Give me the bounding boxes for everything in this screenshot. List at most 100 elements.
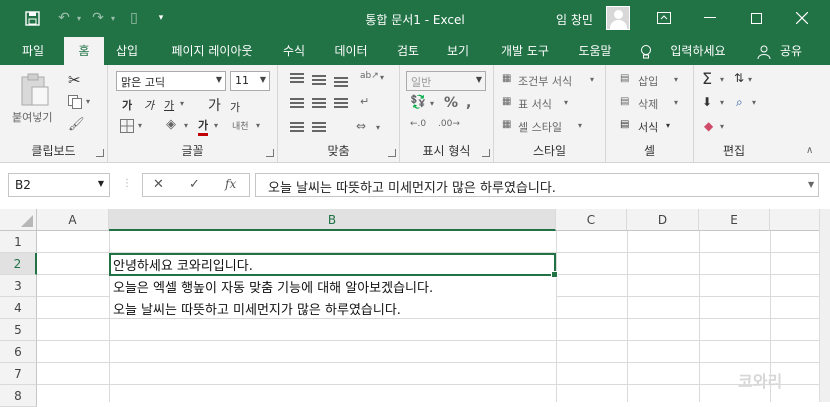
fill-color-icon[interactable]: ◈	[166, 117, 176, 132]
cell-styles-dropdown-icon[interactable]: ▾	[578, 121, 582, 130]
fill-dropdown-icon[interactable]: ▾	[184, 121, 188, 130]
number-launcher-icon[interactable]	[482, 149, 490, 157]
middle-align-icon[interactable]	[312, 75, 326, 85]
column-header-e[interactable]: E	[699, 209, 770, 231]
tab-insert[interactable]: 삽입	[106, 37, 148, 65]
undo-icon[interactable]: ↶	[54, 8, 74, 28]
increase-indent-icon[interactable]	[312, 122, 326, 132]
decrease-indent-icon[interactable]	[290, 122, 304, 132]
tab-file[interactable]: 파일	[12, 37, 54, 65]
formula-input[interactable]: 오늘 날씨는 따뜻하고 미세먼지가 많은 하루였습니다.	[255, 173, 819, 197]
select-all-corner[interactable]	[0, 209, 37, 231]
orientation-dropdown-icon[interactable]: ▾	[380, 73, 384, 82]
autosum-icon[interactable]: Σ	[702, 69, 712, 88]
border-dropdown-icon[interactable]: ▾	[138, 121, 142, 130]
clear-icon[interactable]: ◆	[704, 119, 713, 133]
cell-styles-button[interactable]: 셀 스타일	[518, 119, 562, 135]
customize-qat-icon[interactable]: ▾	[154, 8, 168, 28]
expand-formula-icon[interactable]: ▼	[808, 180, 814, 189]
row-header-1[interactable]: 1	[0, 231, 37, 253]
conditional-dropdown-icon[interactable]: ▾	[590, 75, 594, 84]
underline-dropdown-icon[interactable]: ▾	[180, 99, 184, 108]
percent-icon[interactable]: %	[444, 95, 458, 111]
tab-data[interactable]: 데이터	[326, 37, 376, 65]
format-cells-icon[interactable]: ▤	[620, 119, 629, 130]
tab-formulas[interactable]: 수식	[274, 37, 314, 65]
orientation-icon[interactable]: ab↗	[360, 71, 379, 81]
accounting-icon[interactable]: 💱	[410, 95, 426, 110]
fill-icon[interactable]: ⬇	[702, 95, 712, 109]
format-as-table-button[interactable]: 표 서식	[518, 96, 552, 112]
clipboard-launcher-icon[interactable]	[96, 149, 104, 157]
format-painter-icon[interactable]: 🖌	[68, 117, 85, 132]
column-header-d[interactable]: D	[627, 209, 699, 231]
conditional-format-icon[interactable]: ▦	[502, 73, 511, 84]
name-box[interactable]: B2 ▼	[8, 173, 110, 197]
find-select-icon[interactable]: ⌕	[736, 95, 743, 110]
border-icon[interactable]	[120, 119, 134, 136]
user-name[interactable]: 임 창민	[556, 11, 593, 28]
tab-developer[interactable]: 개발 도구	[490, 37, 560, 65]
maximize-icon[interactable]	[746, 8, 766, 28]
phonetic-button[interactable]: 내천	[232, 119, 249, 132]
shrink-font-button[interactable]: 가	[230, 99, 240, 115]
insert-dropdown-icon[interactable]: ▾	[674, 75, 678, 84]
font-size-select[interactable]: 11 ▼	[230, 71, 270, 91]
sort-dropdown-icon[interactable]: ▾	[748, 75, 752, 84]
font-color-button[interactable]: 가	[198, 117, 209, 136]
align-left-icon[interactable]	[290, 98, 304, 108]
font-launcher-icon[interactable]	[266, 149, 274, 157]
cell-b3[interactable]: 오늘은 엑셀 행높이 자동 맞춤 기능에 대해 알아보겠습니다.	[113, 277, 433, 296]
redo-icon[interactable]: ↷	[88, 8, 108, 28]
row-header-7[interactable]: 7	[0, 363, 37, 385]
tab-view[interactable]: 보기	[438, 37, 478, 65]
bottom-align-icon[interactable]	[334, 77, 348, 87]
row-header-2[interactable]: 2	[0, 253, 37, 275]
number-format-select[interactable]: 일반 ▼	[406, 71, 486, 91]
cut-icon[interactable]: ✂	[68, 71, 81, 89]
redo-dropdown-icon[interactable]: ▾	[108, 8, 118, 28]
tell-me-input[interactable]: 입력하세요	[660, 37, 736, 65]
insert-cells-icon[interactable]: ▤	[620, 73, 629, 84]
avatar[interactable]	[606, 6, 630, 30]
copy-icon[interactable]	[68, 95, 82, 112]
font-color-dropdown-icon[interactable]: ▾	[214, 121, 218, 130]
comma-icon[interactable]: ,	[466, 95, 471, 111]
tab-home[interactable]: 홈	[64, 37, 104, 66]
cancel-icon[interactable]: ✕	[153, 177, 164, 192]
format-table-icon[interactable]: ▦	[502, 96, 511, 107]
tab-review[interactable]: 검토	[388, 37, 428, 65]
touch-mode-icon[interactable]: ▯	[124, 8, 144, 28]
row-header-8[interactable]: 8	[0, 385, 37, 407]
increase-decimal-icon[interactable]: ←.0	[410, 119, 426, 129]
tab-page-layout[interactable]: 페이지 레이아웃	[160, 37, 264, 65]
table-dropdown-icon[interactable]: ▾	[564, 98, 568, 107]
bold-button[interactable]: 가	[122, 97, 132, 113]
autosum-dropdown-icon[interactable]: ▾	[720, 75, 724, 84]
format-dropdown-icon[interactable]: ▾	[666, 121, 670, 130]
copy-dropdown-icon[interactable]: ▾	[86, 97, 90, 106]
alignment-launcher-icon[interactable]	[388, 149, 396, 157]
insert-cells-button[interactable]: 삽입	[638, 73, 658, 89]
row-header-3[interactable]: 3	[0, 275, 37, 297]
column-header-b[interactable]: B	[109, 209, 556, 231]
column-header-f[interactable]	[770, 209, 819, 231]
row-header-6[interactable]: 6	[0, 341, 37, 363]
grow-font-button[interactable]: 가	[208, 95, 221, 115]
accounting-dropdown-icon[interactable]: ▾	[430, 99, 434, 108]
formula-splitter-icon[interactable]: ⋮	[122, 178, 132, 189]
enter-icon[interactable]: ✓	[189, 177, 200, 192]
paste-icon[interactable]	[20, 73, 50, 110]
share-button[interactable]: 공유	[774, 37, 808, 65]
column-header-a[interactable]: A	[37, 209, 109, 231]
merge-center-icon[interactable]: ⇔	[356, 119, 366, 133]
delete-cells-button[interactable]: 삭제	[638, 96, 658, 112]
underline-button[interactable]: 가	[164, 97, 174, 113]
active-cell-selection[interactable]	[109, 253, 558, 278]
align-center-icon[interactable]	[312, 98, 326, 108]
minimize-icon[interactable]	[700, 8, 720, 28]
merge-dropdown-icon[interactable]: ▾	[376, 123, 380, 132]
cell-b4[interactable]: 오늘 날씨는 따뜻하고 미세먼지가 많은 하루였습니다.	[113, 299, 401, 318]
row-header-5[interactable]: 5	[0, 319, 37, 341]
delete-dropdown-icon[interactable]: ▾	[674, 98, 678, 107]
